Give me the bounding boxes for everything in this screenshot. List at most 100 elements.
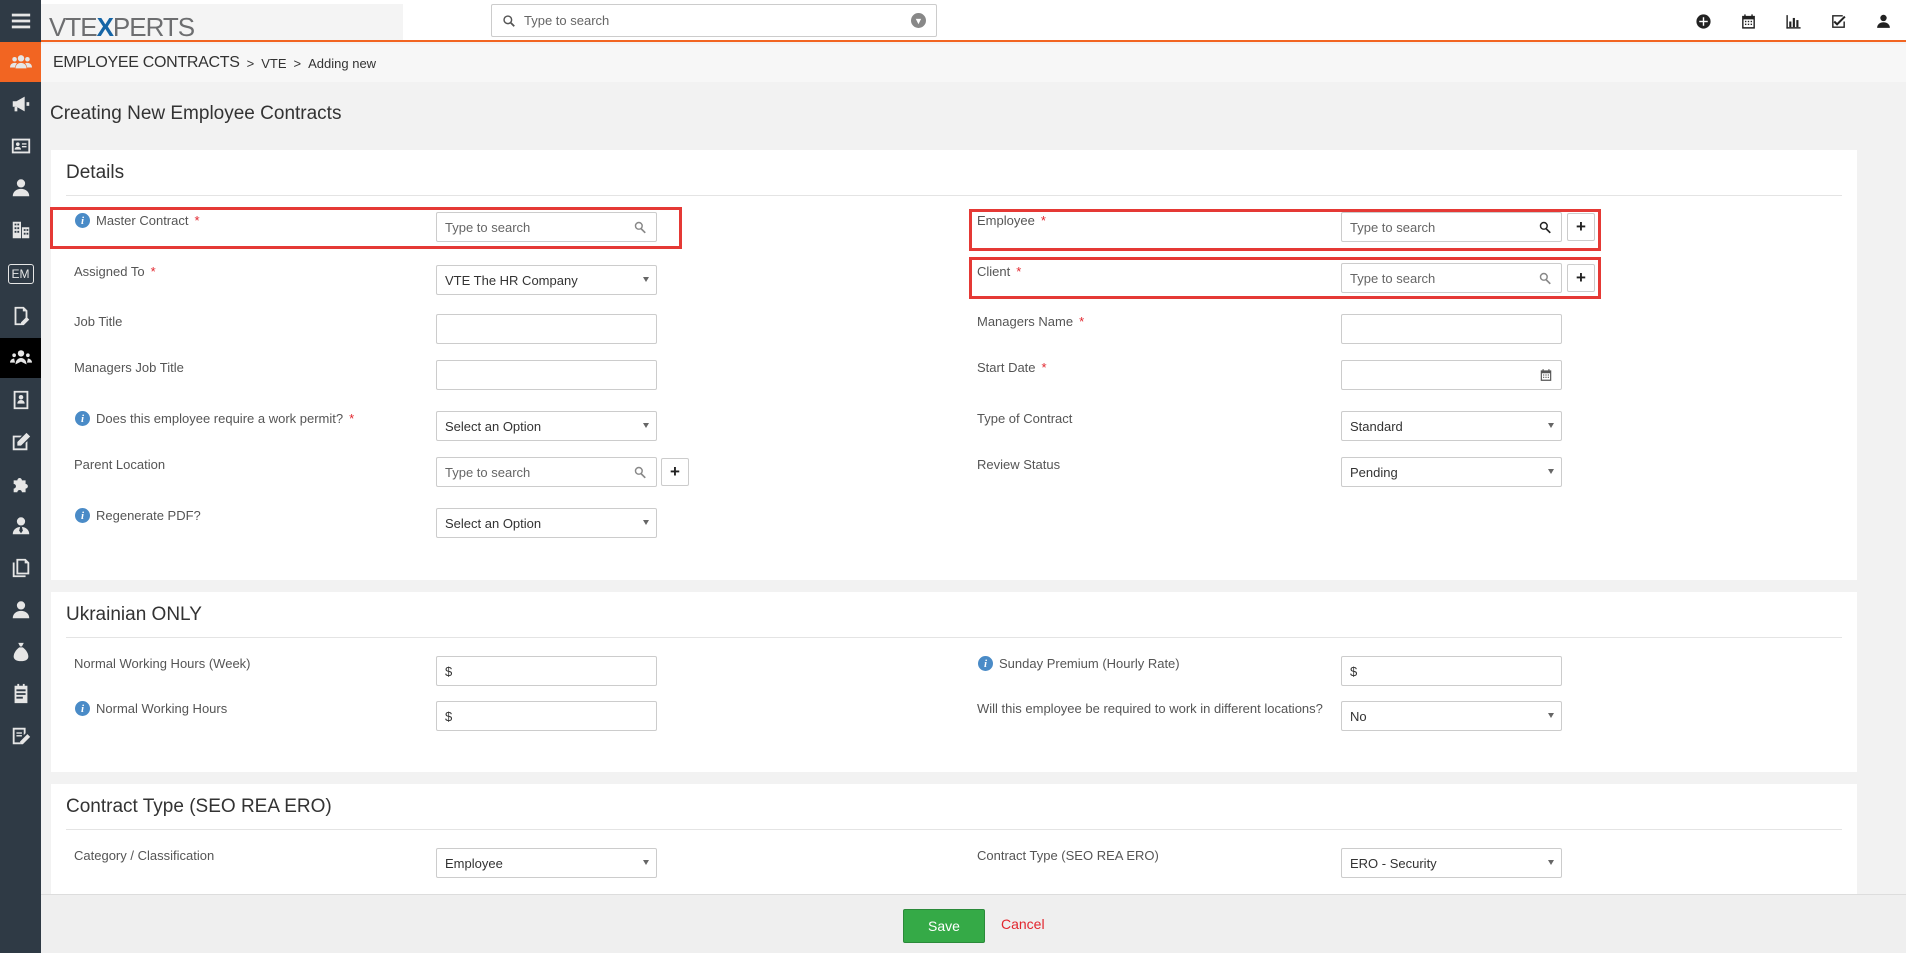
logo-text-x: X [96, 12, 114, 42]
regenerate-pdf-label: i Regenerate PDF? [75, 508, 201, 523]
document-edit-icon[interactable] [0, 296, 41, 336]
chevron-down-icon[interactable]: ▼ [911, 13, 926, 28]
money-bag-icon[interactable] [0, 632, 41, 672]
type-of-contract-select[interactable]: Standard [1341, 411, 1562, 441]
sunday-premium-input[interactable]: $ [1341, 656, 1562, 686]
contract-type-select[interactable]: ERO - Security [1341, 848, 1562, 878]
megaphone-icon[interactable] [0, 84, 41, 124]
search-icon[interactable] [633, 465, 647, 479]
contract-type-label-text: Contract Type (SEO REA ERO) [977, 848, 1159, 863]
category-classification-select[interactable]: Employee [436, 848, 657, 878]
info-icon[interactable]: i [75, 701, 90, 716]
review-status-value: Pending [1350, 464, 1398, 480]
divider [66, 637, 1842, 638]
review-status-select[interactable]: Pending [1341, 457, 1562, 487]
vtexperts-logo[interactable]: VTEXPERTS [49, 12, 195, 43]
save-button[interactable]: Save [903, 909, 985, 943]
breadcrumb-item-vte[interactable]: VTE [261, 56, 286, 71]
user-tie-icon[interactable] [0, 506, 41, 546]
form-footer: Save Cancel [41, 894, 1906, 953]
logo-text-post: PERTS [112, 12, 195, 42]
assigned-to-value: VTE The HR Company [445, 272, 578, 288]
chevron-down-icon [643, 520, 649, 525]
parent-location-input[interactable]: Type to search [436, 457, 657, 487]
reports-chart-icon[interactable] [1771, 13, 1816, 30]
page-title: Creating New Employee Contracts [50, 103, 342, 124]
normal-hours-input[interactable]: $ [436, 701, 657, 731]
review-status-label-text: Review Status [977, 457, 1061, 472]
different-locations-label-text: Will this employee be required to work i… [977, 701, 1323, 716]
chevron-down-icon [1548, 423, 1554, 428]
calendar-icon[interactable] [1726, 13, 1771, 30]
menu-icon[interactable] [0, 1, 41, 41]
different-locations-value: No [1350, 708, 1367, 724]
add-record-icon[interactable] [1681, 13, 1726, 30]
work-permit-label: i Does this employee require a work perm… [75, 411, 354, 426]
start-date-input[interactable] [1341, 360, 1562, 390]
documents-icon[interactable] [0, 548, 41, 588]
assigned-to-label: Assigned To * [74, 264, 156, 279]
top-actions [1681, 0, 1906, 42]
calendar-icon[interactable] [1539, 368, 1553, 385]
normal-hours-week-label: Normal Working Hours (Week) [74, 656, 251, 671]
tasks-check-icon[interactable] [1816, 13, 1861, 30]
category-classification-label: Category / Classification [74, 848, 214, 863]
search-icon [503, 14, 515, 27]
puzzle-icon[interactable] [0, 464, 41, 504]
work-permit-value: Select an Option [445, 418, 542, 434]
pencil-square-icon[interactable] [0, 422, 41, 462]
sunday-premium-value: $ [1350, 663, 1358, 679]
sunday-premium-label-text: Sunday Premium (Hourly Rate) [999, 656, 1180, 671]
type-of-contract-label: Type of Contract [977, 411, 1072, 426]
parent-location-placeholder: Type to search [445, 464, 531, 480]
job-title-input[interactable] [436, 314, 657, 344]
highlight-employee [969, 209, 1601, 251]
highlight-client [969, 257, 1601, 299]
breadcrumb-separator: > [246, 55, 255, 71]
contract-type-panel: Contract Type (SEO REA ERO) Category / C… [51, 784, 1857, 894]
employee-contracts-icon[interactable] [0, 338, 41, 378]
address-book-icon[interactable] [0, 380, 41, 420]
regenerate-pdf-label-text: Regenerate PDF? [96, 508, 201, 523]
user-icon[interactable] [0, 590, 41, 630]
info-icon[interactable]: i [978, 656, 993, 671]
category-classification-label-text: Category / Classification [74, 848, 215, 863]
required-marker: * [349, 411, 355, 426]
parent-location-label-text: Parent Location [74, 457, 166, 472]
work-permit-select[interactable]: Select an Option [436, 411, 657, 441]
notepad-icon[interactable] [0, 674, 41, 714]
info-icon[interactable]: i [75, 411, 90, 426]
managers-name-input[interactable] [1341, 314, 1562, 344]
contact-card-icon[interactable] [0, 126, 41, 166]
info-icon[interactable]: i [75, 508, 90, 523]
logo-area: VTEXPERTS [41, 4, 403, 43]
breadcrumb-separator: > [293, 55, 302, 71]
global-search-input[interactable]: Type to search ▼ [491, 4, 937, 37]
breadcrumb-item-adding-new: Adding new [308, 55, 377, 71]
em-badge-icon[interactable]: EM [0, 254, 41, 294]
normal-hours-label-text: Normal Working Hours [96, 701, 228, 716]
normal-hours-week-input[interactable]: $ [436, 656, 657, 686]
assigned-to-select[interactable]: VTE The HR Company [436, 265, 657, 295]
user-profile-icon[interactable] [1861, 13, 1906, 30]
breadcrumb-module[interactable]: EMPLOYEE CONTRACTS [53, 54, 240, 72]
required-marker: * [1041, 360, 1047, 375]
person-icon[interactable] [0, 168, 41, 208]
form-edit-icon[interactable] [0, 716, 41, 756]
cancel-link[interactable]: Cancel [1001, 916, 1045, 932]
parent-location-label: Parent Location [74, 457, 165, 472]
users-group-icon[interactable] [0, 42, 41, 82]
contract-type-panel-title: Contract Type (SEO REA ERO) [66, 796, 332, 817]
managers-job-title-label: Managers Job Title [74, 360, 184, 375]
add-parent-location-button[interactable]: + [661, 458, 689, 486]
regenerate-pdf-select[interactable]: Select an Option [436, 508, 657, 538]
different-locations-select[interactable]: No [1341, 701, 1562, 731]
chevron-down-icon [643, 423, 649, 428]
em-badge-label: EM [7, 264, 34, 284]
start-date-label-text: Start Date [977, 360, 1036, 375]
required-marker: * [150, 264, 156, 279]
contract-type-value: ERO - Security [1350, 855, 1437, 871]
managers-job-title-input[interactable] [436, 360, 657, 390]
contract-type-label: Contract Type (SEO REA ERO) [977, 848, 1159, 863]
building-icon[interactable] [0, 210, 41, 250]
